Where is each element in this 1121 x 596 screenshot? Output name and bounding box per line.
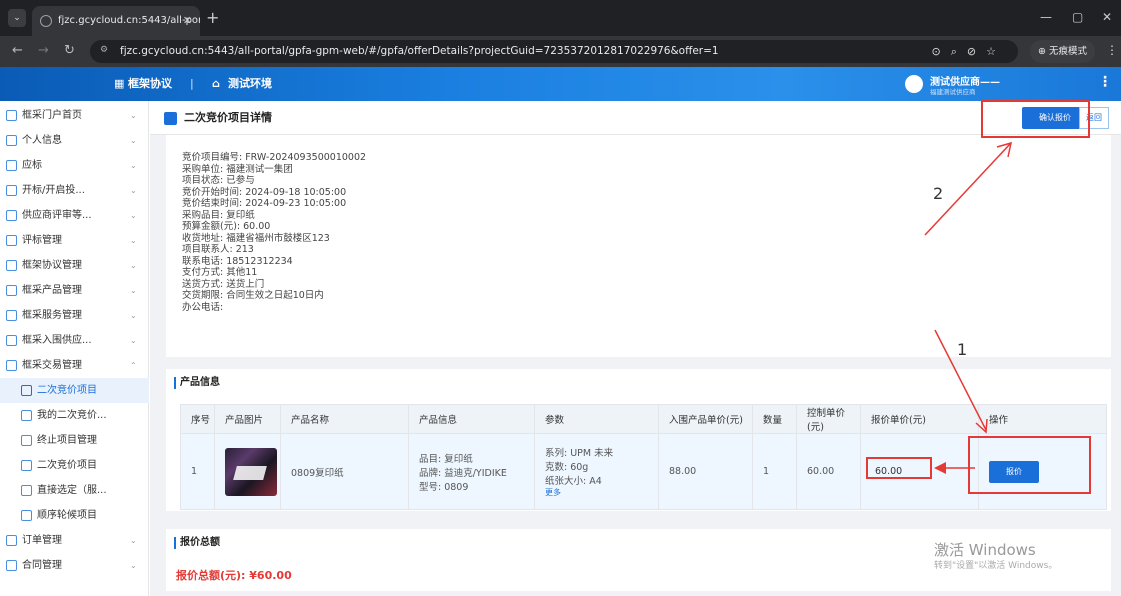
arrow-1-line: [934, 329, 987, 431]
arrow-2-line: [924, 143, 1011, 236]
annotation-arrows: [924, 141, 1012, 474]
arrow-3-head: [934, 462, 946, 474]
